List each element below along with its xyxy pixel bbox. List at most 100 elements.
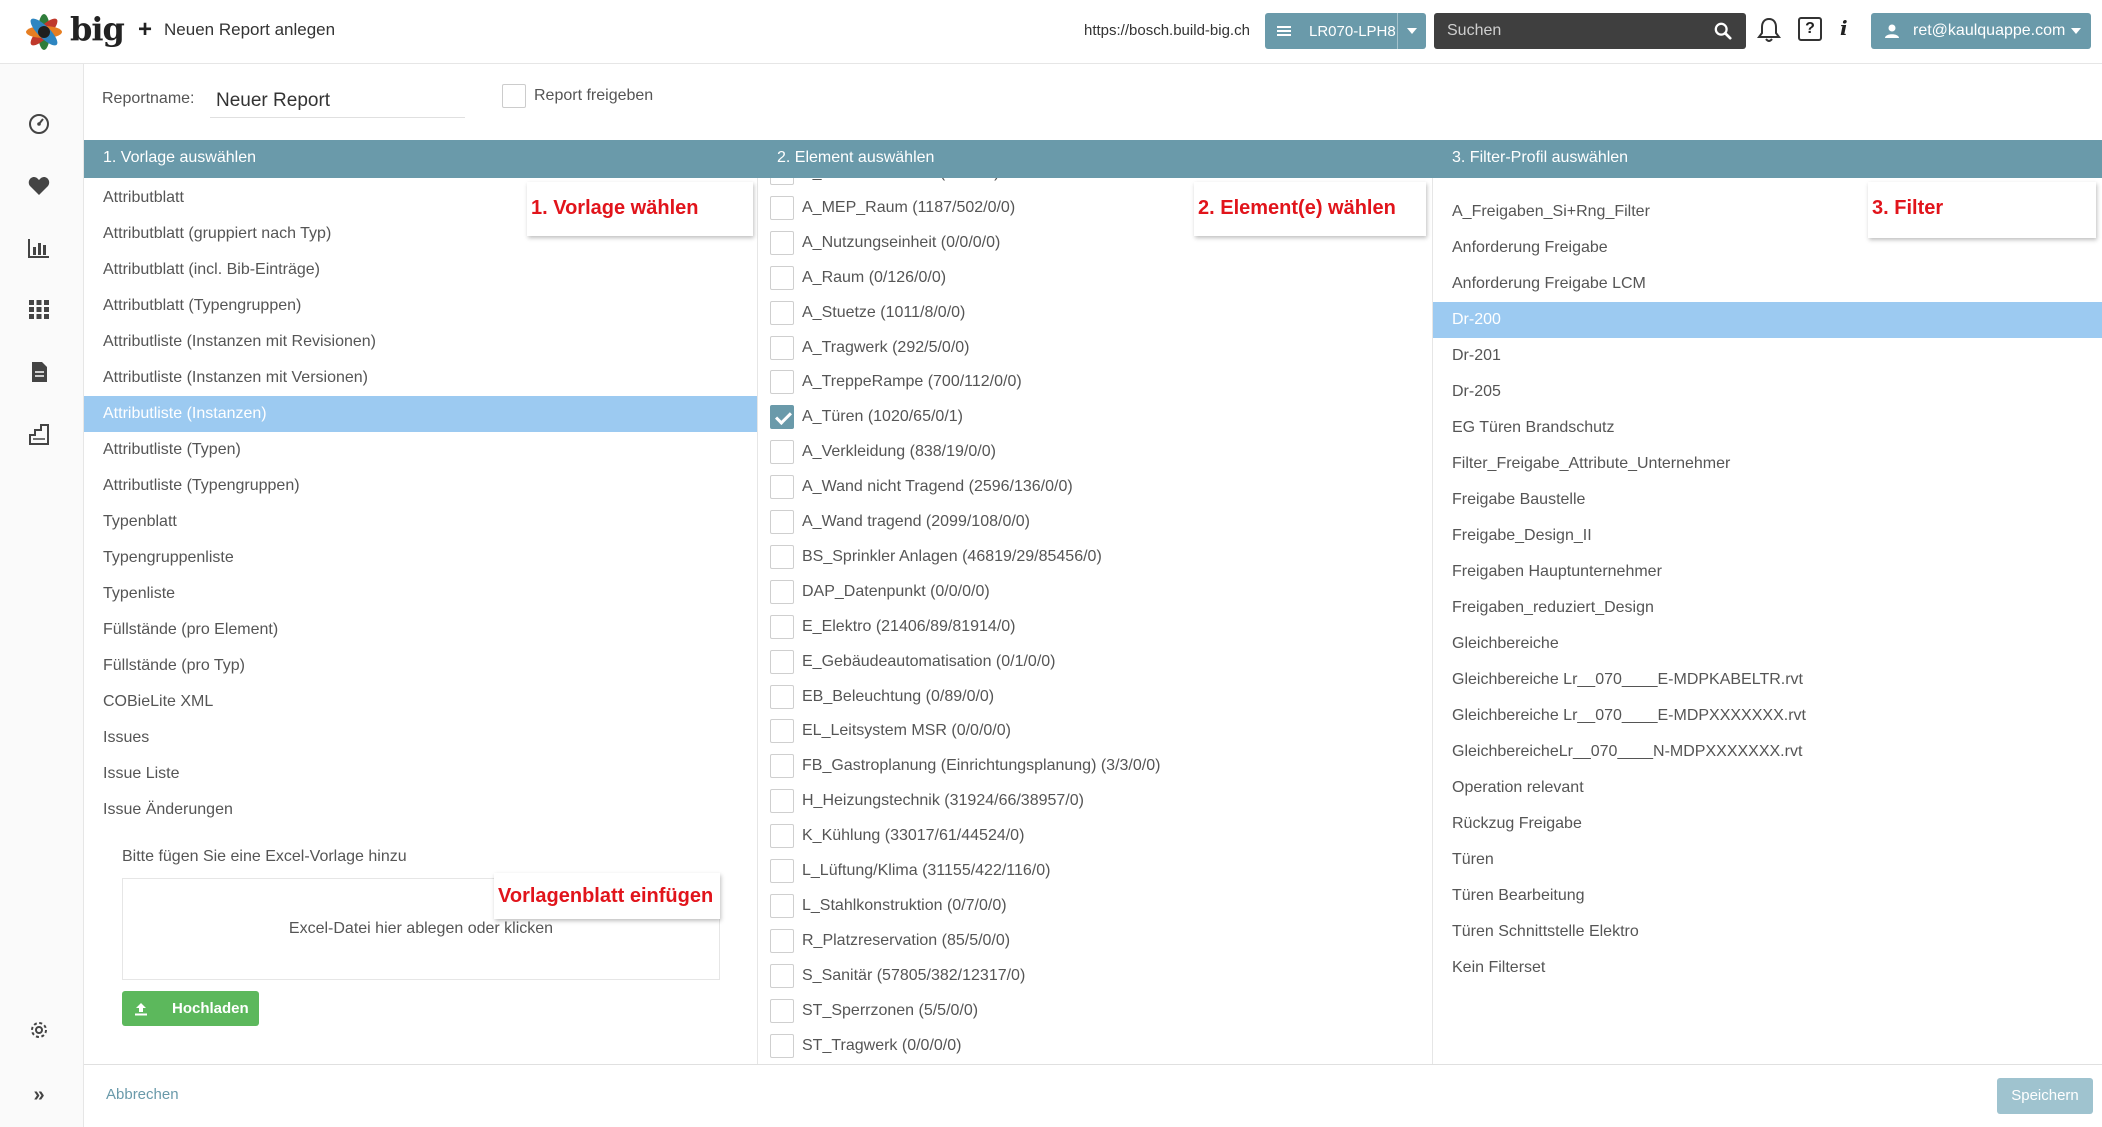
gear-icon[interactable] bbox=[27, 1018, 51, 1042]
cancel-link[interactable]: Abbrechen bbox=[106, 1086, 179, 1103]
project-dropdown[interactable]: LR070-LPH8 bbox=[1265, 13, 1426, 49]
filter-item[interactable]: Freigabe Baustelle bbox=[1433, 482, 2102, 518]
element-row[interactable]: K_Kühlung (33017/61/44524/0) bbox=[770, 821, 1024, 851]
template-item[interactable]: Attributliste (Instanzen) bbox=[84, 396, 757, 432]
info-icon[interactable]: i bbox=[1840, 16, 1848, 40]
search-input[interactable] bbox=[1434, 13, 1704, 49]
template-item[interactable]: Attributliste (Typen) bbox=[84, 432, 757, 468]
element-row[interactable]: ST_Sperrzonen (5/5/0/0) bbox=[770, 996, 978, 1026]
heart-icon[interactable] bbox=[27, 174, 51, 198]
bar-chart-icon[interactable] bbox=[27, 236, 51, 260]
search-icon[interactable] bbox=[1714, 22, 1732, 40]
filter-item[interactable]: Freigaben_reduziert_Design bbox=[1433, 590, 2102, 626]
filter-item[interactable]: Anforderung Freigabe LCM bbox=[1433, 266, 2102, 302]
filter-item[interactable]: EG Türen Brandschutz bbox=[1433, 410, 2102, 446]
element-row[interactable]: A_MEP_Raum (1187/502/0/0) bbox=[770, 193, 1015, 223]
new-report-button[interactable]: + Neuen Report anlegen bbox=[138, 18, 335, 42]
document-icon[interactable] bbox=[27, 360, 51, 384]
element-row[interactable]: S_Sanitär (57805/382/12317/0) bbox=[770, 961, 1025, 991]
element-row[interactable]: EL_Leitsystem MSR (0/0/0/0) bbox=[770, 716, 1011, 746]
filter-item[interactable]: Türen bbox=[1433, 842, 2102, 878]
filter-item[interactable]: Freigabe_Design_II bbox=[1433, 518, 2102, 554]
template-item[interactable]: Typengruppenliste bbox=[84, 540, 757, 576]
help-icon[interactable]: ? bbox=[1798, 17, 1822, 41]
bell-icon[interactable] bbox=[1756, 16, 1782, 44]
element-row[interactable]: A_Wand tragend (2099/108/0/0) bbox=[770, 507, 1030, 537]
element-row[interactable]: E_Elektro (21406/89/81914/0) bbox=[770, 612, 1015, 642]
template-item[interactable]: Issue Liste bbox=[84, 756, 757, 792]
template-item[interactable]: Typenliste bbox=[84, 576, 757, 612]
building-chart-icon[interactable] bbox=[27, 422, 51, 446]
element-row[interactable]: A_Tragwerk (292/5/0/0) bbox=[770, 333, 969, 363]
filter-item[interactable]: Gleichbereiche Lr__070____E-MDPKABELTR.r… bbox=[1433, 662, 2102, 698]
element-checkbox[interactable] bbox=[770, 963, 794, 988]
grid-icon[interactable] bbox=[27, 297, 51, 321]
element-checkbox[interactable] bbox=[770, 265, 794, 290]
element-checkbox[interactable] bbox=[770, 195, 794, 220]
template-item[interactable]: Attributliste (Typengruppen) bbox=[84, 468, 757, 504]
element-checkbox[interactable] bbox=[770, 405, 794, 430]
element-row[interactable]: A_Wand nicht Tragend (2596/136/0/0) bbox=[770, 472, 1073, 502]
element-row[interactable]: H_Heizungstechnik (31924/66/38957/0) bbox=[770, 786, 1084, 816]
element-row[interactable]: A_Raum (0/126/0/0) bbox=[770, 263, 946, 293]
element-row[interactable]: A_Geschossfläche (0/0/0/0) bbox=[770, 178, 999, 188]
expand-icon[interactable]: » bbox=[27, 1084, 51, 1108]
element-checkbox[interactable] bbox=[770, 719, 794, 744]
filter-item[interactable]: Operation relevant bbox=[1433, 770, 2102, 806]
element-checkbox[interactable] bbox=[770, 579, 794, 604]
filter-item[interactable]: Türen Bearbeitung bbox=[1433, 878, 2102, 914]
element-checkbox[interactable] bbox=[770, 789, 794, 814]
filter-item[interactable]: Dr-201 bbox=[1433, 338, 2102, 374]
element-checkbox[interactable] bbox=[770, 440, 794, 465]
element-row[interactable]: A_Verkleidung (838/19/0/0) bbox=[770, 437, 996, 467]
element-checkbox[interactable] bbox=[770, 614, 794, 639]
filter-item[interactable]: Dr-200 bbox=[1433, 302, 2102, 338]
element-checkbox[interactable] bbox=[770, 928, 794, 953]
template-item[interactable]: Issues bbox=[84, 720, 757, 756]
logo-text[interactable]: big bbox=[70, 10, 125, 48]
filter-item[interactable]: Türen Schnittstelle Elektro bbox=[1433, 914, 2102, 950]
dashboard-icon[interactable] bbox=[27, 112, 51, 136]
template-item[interactable]: Attributblatt (incl. Bib-Einträge) bbox=[84, 252, 757, 288]
element-row[interactable]: L_Lüftung/Klima (31155/422/116/0) bbox=[770, 856, 1050, 886]
filter-item[interactable]: GleichbereicheLr__070____N-MDPXXXXXXX.rv… bbox=[1433, 734, 2102, 770]
element-checkbox[interactable] bbox=[770, 370, 794, 395]
filter-item[interactable]: Dr-205 bbox=[1433, 374, 2102, 410]
save-button[interactable]: Speichern bbox=[1997, 1078, 2093, 1114]
element-list[interactable]: A_Geschossfläche (0/0/0/0) A_MEP_Raum (11… bbox=[758, 178, 1433, 1064]
report-name-input[interactable] bbox=[210, 84, 465, 118]
upload-button[interactable]: Hochladen bbox=[122, 991, 259, 1026]
template-item[interactable]: Attributblatt (Typengruppen) bbox=[84, 288, 757, 324]
filter-item[interactable]: Freigaben Hauptunternehmer bbox=[1433, 554, 2102, 590]
template-item[interactable]: Issue Änderungen bbox=[84, 792, 757, 828]
element-checkbox[interactable] bbox=[770, 1033, 794, 1058]
user-menu-button[interactable]: ret@kaulquappe.com bbox=[1871, 13, 2091, 49]
element-row[interactable]: E_Gebäudeautomatisation (0/1/0/0) bbox=[770, 647, 1056, 677]
element-checkbox[interactable] bbox=[770, 859, 794, 883]
element-checkbox[interactable] bbox=[770, 510, 794, 534]
template-item[interactable]: Füllstände (pro Element) bbox=[84, 612, 757, 648]
element-checkbox[interactable] bbox=[770, 893, 794, 918]
element-checkbox[interactable] bbox=[770, 649, 794, 674]
element-checkbox[interactable] bbox=[770, 178, 794, 185]
element-row[interactable]: EB_Beleuchtung (0/89/0/0) bbox=[770, 682, 994, 712]
template-item[interactable]: COBieLite XML bbox=[84, 684, 757, 720]
element-row[interactable]: R_Platzreservation (85/5/0/0) bbox=[770, 926, 1010, 956]
filter-item[interactable]: Gleichbereiche Lr__070____E-MDPXXXXXXX.r… bbox=[1433, 698, 2102, 734]
element-row[interactable]: DAP_Datenpunkt (0/0/0/0) bbox=[770, 577, 990, 607]
element-row[interactable]: BS_Sprinkler Anlagen (46819/29/85456/0) bbox=[770, 542, 1102, 572]
element-row[interactable]: A_TreppeRampe (700/112/0/0) bbox=[770, 367, 1022, 397]
element-row[interactable]: A_Stuetze (1011/8/0/0) bbox=[770, 298, 965, 328]
element-checkbox[interactable] bbox=[770, 475, 794, 500]
element-checkbox[interactable] bbox=[770, 335, 794, 360]
filter-item[interactable]: Kein Filterset bbox=[1433, 950, 2102, 986]
element-row[interactable]: A_Türen (1020/65/0/1) bbox=[770, 402, 963, 432]
filter-item[interactable]: Gleichbereiche bbox=[1433, 626, 2102, 662]
element-checkbox[interactable] bbox=[770, 684, 794, 709]
element-checkbox[interactable] bbox=[770, 998, 794, 1023]
big-logo-icon[interactable] bbox=[20, 8, 68, 56]
element-row[interactable]: L_Stahlkonstruktion (0/7/0/0) bbox=[770, 891, 1007, 921]
template-item[interactable]: Attributliste (Instanzen mit Revisionen) bbox=[84, 324, 757, 360]
template-item[interactable]: Attributliste (Instanzen mit Versionen) bbox=[84, 360, 757, 396]
element-checkbox[interactable] bbox=[770, 824, 794, 849]
